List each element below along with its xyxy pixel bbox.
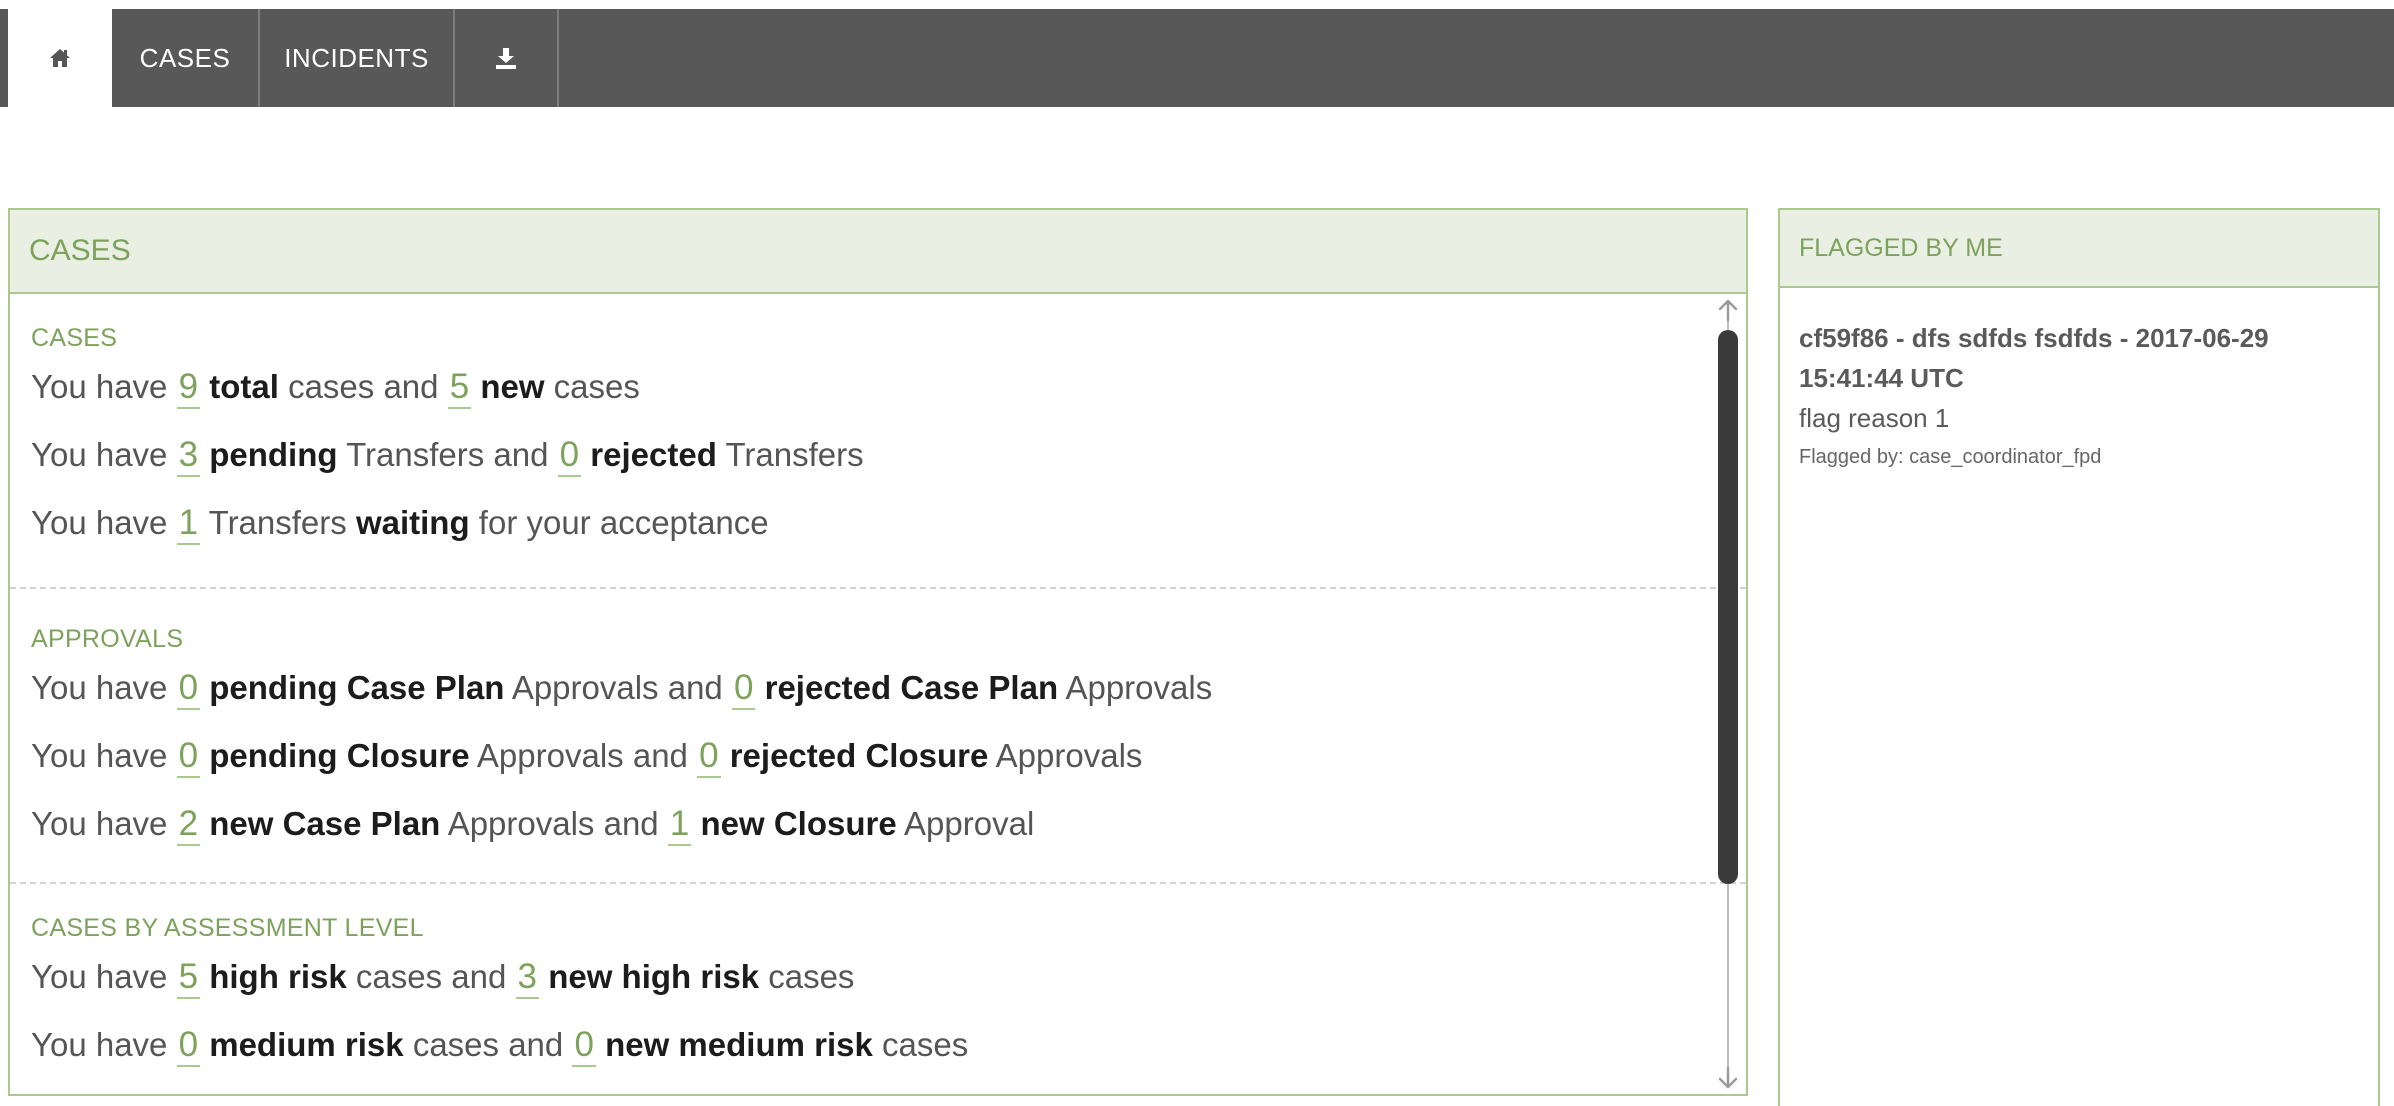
flagged-item[interactable]: cf59f86 - dfs sdfds fsdfds - 2017-06-29 …	[1799, 318, 2358, 469]
cases-panel-title: CASES	[10, 210, 1746, 294]
tab-download[interactable]	[455, 9, 559, 107]
line-text: Transfers	[200, 504, 356, 541]
tab-incidents-label: INCIDENTS	[284, 42, 429, 73]
new-closure-count[interactable]: 1	[667, 804, 692, 846]
line-text: You have	[31, 669, 177, 706]
line-text: You have	[31, 368, 177, 405]
home-icon	[49, 48, 71, 68]
medium-risk-line: You have 0 medium risk cases and 0 new m…	[31, 1025, 1706, 1067]
line-text: cases	[872, 1026, 969, 1063]
line-text: cases and	[278, 368, 448, 405]
flagged-item-by: Flagged by: case_coordinator_fpd	[1799, 446, 2102, 468]
high-risk-line: You have 5 high risk cases and 3 new hig…	[31, 957, 1706, 999]
line-strong: waiting	[355, 504, 470, 541]
cases-section: CASES You have 9 total cases and 5 new c…	[10, 294, 1746, 587]
cases-panel: CASES CASES You have 9 total cases and 5…	[8, 208, 1748, 1096]
flagged-panel-title: FLAGGED BY ME	[1780, 210, 2378, 288]
total-cases-count[interactable]: 9	[176, 367, 201, 409]
approvals-section: APPROVALS You have 0 pending Case Plan A…	[10, 587, 1746, 882]
cases-section-title: CASES	[31, 324, 118, 352]
line-text: Approvals	[1058, 669, 1213, 706]
line-strong: pending Case Plan	[209, 669, 505, 706]
line-text: You have	[31, 504, 177, 541]
line-strong: pending Closure	[209, 737, 470, 774]
cases-scrollbar[interactable]	[1716, 298, 1740, 1090]
line-text: Transfers	[716, 436, 864, 473]
pending-transfers-count[interactable]: 3	[176, 435, 201, 477]
line-strong: new medium risk	[605, 1026, 873, 1063]
download-icon	[494, 46, 518, 70]
line-strong: new Case Plan	[209, 805, 441, 842]
rejected-case-plan-count[interactable]: 0	[731, 668, 756, 710]
line-strong: pending	[209, 436, 338, 473]
line-text: cases and	[346, 958, 516, 995]
line-text: Approvals	[988, 737, 1143, 774]
tab-home[interactable]	[8, 9, 112, 107]
line-text: cases	[759, 958, 855, 995]
new-medium-risk-count[interactable]: 0	[572, 1025, 596, 1067]
scroll-up-arrow-icon[interactable]	[1716, 298, 1740, 322]
flagged-item-reason: flag reason 1	[1799, 403, 1950, 433]
tab-incidents[interactable]: INCIDENTS	[260, 9, 455, 107]
pending-case-plan-count[interactable]: 0	[176, 668, 201, 710]
high-risk-count[interactable]: 5	[176, 957, 201, 999]
line-strong: rejected Case Plan	[764, 669, 1059, 706]
line-strong: total	[209, 368, 279, 405]
transfers-line: You have 3 pending Transfers and 0 rejec…	[31, 435, 1706, 477]
top-navbar: CASES INCIDENTS	[0, 9, 2394, 107]
new-case-plan-count[interactable]: 2	[176, 804, 201, 846]
line-text: You have	[31, 737, 177, 774]
line-text: for your acceptance	[469, 504, 769, 541]
rejected-transfers-count[interactable]: 0	[557, 435, 582, 477]
pending-closure-count[interactable]: 0	[176, 736, 201, 778]
line-text: Approvals and	[504, 669, 732, 706]
waiting-transfers-count[interactable]: 1	[176, 503, 201, 545]
line-text: You have	[31, 436, 177, 473]
line-strong: new high risk	[548, 958, 760, 995]
waiting-transfers-line: You have 1 Transfers waiting for your ac…	[31, 503, 1706, 545]
flagged-panel: FLAGGED BY ME cf59f86 - dfs sdfds fsdfds…	[1778, 208, 2380, 1106]
line-text: cases and	[403, 1026, 573, 1063]
cases-panel-body: CASES You have 9 total cases and 5 new c…	[10, 294, 1746, 1094]
new-high-risk-count[interactable]: 3	[515, 957, 540, 999]
flagged-item-title[interactable]: cf59f86 - dfs sdfds fsdfds - 2017-06-29 …	[1799, 318, 2358, 398]
case-plan-approvals-line: You have 0 pending Case Plan Approvals a…	[31, 668, 1706, 710]
line-strong: rejected Closure	[729, 737, 989, 774]
line-strong: rejected	[590, 436, 717, 473]
line-strong: high risk	[209, 958, 347, 995]
line-text: You have	[31, 805, 177, 842]
new-approvals-line: You have 2 new Case Plan Approvals and 1…	[31, 804, 1706, 846]
line-text: Approvals and	[469, 737, 698, 774]
assessment-section: CASES BY ASSESSMENT LEVEL You have 5 hig…	[10, 882, 1746, 1082]
closure-approvals-line: You have 0 pending Closure Approvals and…	[31, 736, 1706, 778]
assessment-section-title: CASES BY ASSESSMENT LEVEL	[31, 914, 424, 942]
line-text: cases	[544, 368, 640, 405]
line-text: Approvals and	[440, 805, 668, 842]
line-strong: new	[480, 368, 545, 405]
line-text: Transfers and	[337, 436, 558, 473]
approvals-section-title: APPROVALS	[31, 625, 184, 653]
tab-cases[interactable]: CASES	[112, 9, 260, 107]
line-strong: medium risk	[209, 1026, 404, 1063]
new-cases-count[interactable]: 5	[447, 367, 472, 409]
total-cases-line: You have 9 total cases and 5 new cases	[31, 367, 1706, 409]
scroll-down-arrow-icon[interactable]	[1716, 1066, 1740, 1090]
scroll-thumb[interactable]	[1718, 330, 1738, 884]
line-text: You have	[31, 1026, 177, 1063]
rejected-closure-count[interactable]: 0	[697, 736, 721, 778]
tab-cases-label: CASES	[139, 42, 231, 73]
line-text: Approval	[896, 805, 1035, 842]
line-strong: new Closure	[700, 805, 897, 842]
medium-risk-count[interactable]: 0	[176, 1025, 201, 1067]
line-text: You have	[31, 958, 177, 995]
